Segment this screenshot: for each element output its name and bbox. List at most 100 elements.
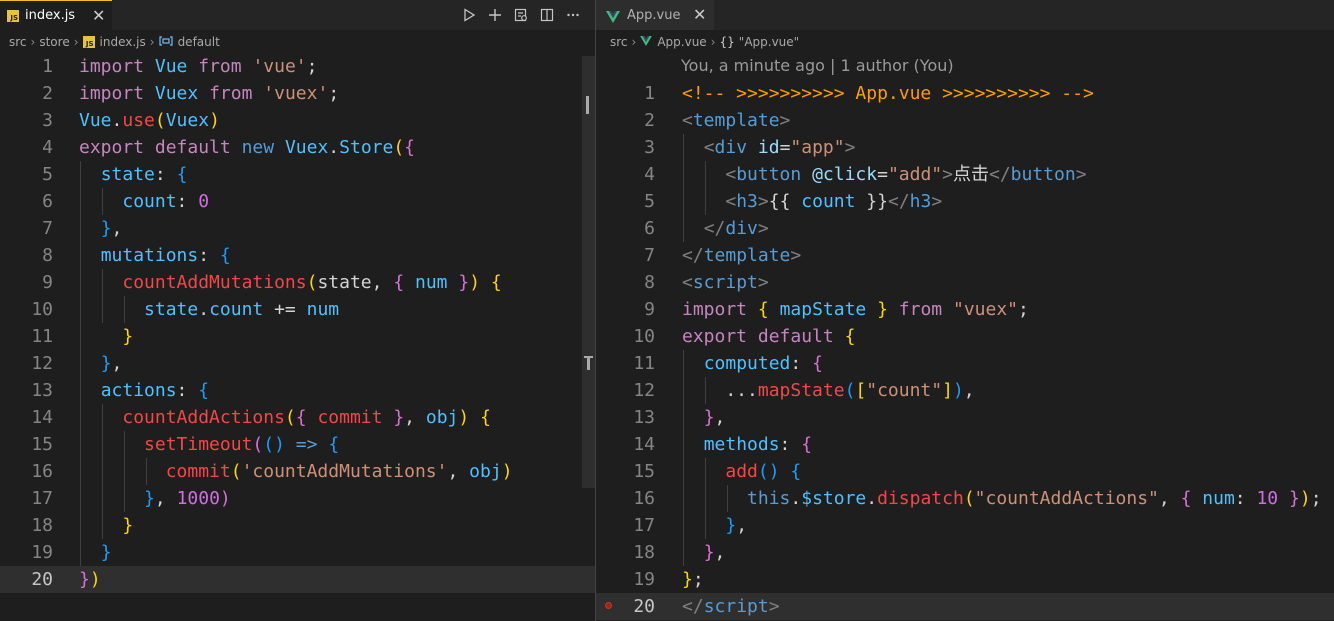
line-number: 16: [31, 461, 53, 482]
code-line[interactable]: 5 <h3>{{ count }}</h3>: [596, 188, 1334, 215]
line-number: 4: [644, 164, 655, 185]
code-line[interactable]: 17 }, 1000): [0, 485, 596, 512]
code-line[interactable]: 19 }: [0, 539, 596, 566]
code-line[interactable]: 2 import Vuex from 'vuex';: [0, 80, 596, 107]
code-line[interactable]: 6 count: 0: [0, 188, 596, 215]
code-line[interactable]: 5 state: {: [0, 161, 596, 188]
code-line[interactable]: 15 add() {: [596, 458, 1334, 485]
indent-guide: [705, 458, 706, 539]
code-line[interactable]: 1 <!-- >>>>>>>>>> App.vue >>>>>>>>>> -->: [596, 80, 1334, 107]
code-token: }: [1289, 488, 1300, 509]
line-number: 20: [31, 569, 53, 590]
code-token: template: [703, 245, 791, 266]
code-line[interactable]: 13 actions: {: [0, 377, 596, 404]
line-number: 13: [633, 407, 655, 428]
code-line[interactable]: 9 import { mapState } from "vuex";: [596, 296, 1334, 323]
line-number: 9: [644, 299, 655, 320]
code-token: export: [79, 137, 145, 158]
code-line[interactable]: 8 <script>: [596, 269, 1334, 296]
code-token: div: [725, 218, 758, 239]
code-token: >: [757, 218, 769, 239]
code-text: };: [682, 566, 704, 593]
code-token: 10: [1256, 488, 1279, 509]
code-line[interactable]: 20}): [0, 566, 596, 593]
line-number: 6: [644, 218, 655, 239]
code-token: +=: [263, 299, 307, 320]
code-line[interactable]: 13 },: [596, 404, 1334, 431]
code-token: {: [801, 434, 813, 455]
code-line[interactable]: 3 Vue.use(Vuex): [0, 107, 596, 134]
code-token: {: [404, 137, 416, 158]
breakpoint-icon[interactable]: [605, 602, 612, 609]
code-line[interactable]: 14 methods: {: [596, 431, 1334, 458]
code-token: {: [490, 272, 502, 293]
code-text: <script>: [682, 269, 769, 296]
code-token: </: [988, 164, 1011, 185]
code-token: import: [79, 56, 145, 77]
code-text: },: [682, 512, 747, 539]
code-area[interactable]: 1 import Vue from 'vue'; 2 import Vuex from…: [0, 0, 596, 621]
code-line[interactable]: 18 }: [0, 512, 596, 539]
code-line[interactable]: 2 <template>: [596, 107, 1334, 134]
code-token: Store: [339, 137, 394, 158]
code-line[interactable]: 14 countAddActions({ commit }, obj) {: [0, 404, 596, 431]
code-line[interactable]: 16 commit('countAddMutations', obj): [0, 458, 596, 485]
line-number: 14: [31, 407, 53, 428]
code-area[interactable]: 1 <!-- >>>>>>>>>> App.vue >>>>>>>>>> --> 2…: [596, 0, 1334, 621]
code-line[interactable]: 3 <div id="app">: [596, 134, 1334, 161]
code-token: commit: [317, 407, 383, 428]
code-line[interactable]: 10 state.count += num: [0, 296, 596, 323]
code-text: computed: {: [682, 350, 823, 377]
code-line[interactable]: 20 </script>: [596, 593, 1334, 620]
code-token: "vuex": [953, 299, 1019, 320]
indent-guide: [124, 431, 125, 512]
code-line[interactable]: 6 </div>: [596, 215, 1334, 242]
code-line[interactable]: 7 </template>: [596, 242, 1334, 269]
line-number: 7: [644, 245, 655, 266]
code-token: script: [692, 272, 758, 293]
code-line[interactable]: 7 },: [0, 215, 596, 242]
code-line[interactable]: 15 setTimeout(() => {: [0, 431, 596, 458]
code-line[interactable]: 17 },: [596, 512, 1334, 539]
code-token: button: [736, 164, 802, 185]
code-line[interactable]: 1 import Vue from 'vue';: [0, 53, 596, 80]
code-token: <: [703, 137, 715, 158]
code-token: }: [877, 299, 888, 320]
code-token: mapState: [779, 299, 867, 320]
code-text: state: {: [79, 161, 188, 188]
code-line[interactable]: 9 countAddMutations(state, { num }) {: [0, 269, 596, 296]
code-line[interactable]: 12 ...mapState(["count"]),: [596, 377, 1334, 404]
code-token: commit: [165, 461, 231, 482]
code-line[interactable]: 12 },: [0, 350, 596, 377]
line-number: 7: [42, 218, 53, 239]
code-token: {: [790, 461, 802, 482]
indent-guide: [727, 485, 728, 512]
code-token: this: [747, 488, 791, 509]
code-line[interactable]: 11 }: [0, 323, 596, 350]
code-line[interactable]: 4 export default new Vuex.Store({: [0, 134, 596, 161]
code-line[interactable]: 16 this.$store.dispatch("countAddActions…: [596, 485, 1334, 512]
code-token: ;: [1018, 299, 1029, 320]
code-line[interactable]: 10 export default {: [596, 323, 1334, 350]
code-line[interactable]: 11 computed: {: [596, 350, 1334, 377]
code-token: >: [757, 272, 769, 293]
code-text: setTimeout(() => {: [79, 431, 339, 458]
code-token: [: [855, 380, 867, 401]
code-token: state: [317, 272, 372, 293]
code-line[interactable]: 8 mutations: {: [0, 242, 596, 269]
code-token: actions: [100, 380, 177, 401]
code-line[interactable]: 4 <button @click="add">点击</button>: [596, 161, 1334, 188]
vertical-scrollbar[interactable]: [582, 56, 595, 488]
code-line[interactable]: 18 },: [596, 539, 1334, 566]
code-line[interactable]: 19};: [596, 566, 1334, 593]
